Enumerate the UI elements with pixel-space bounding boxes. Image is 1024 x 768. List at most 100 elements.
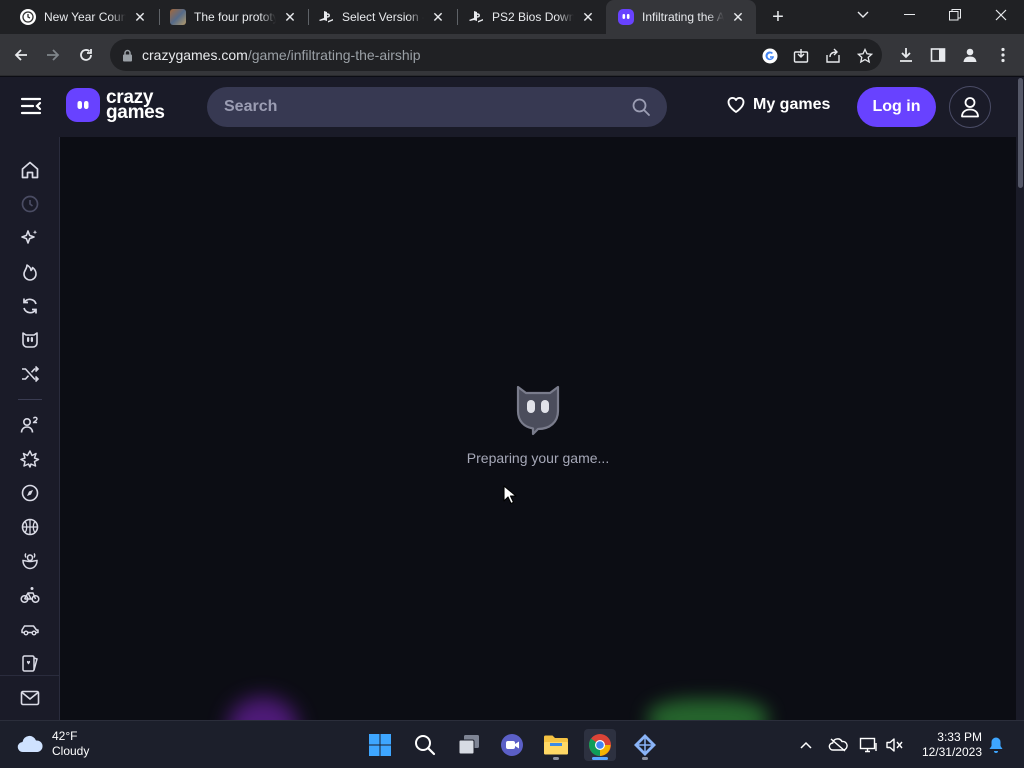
decorative-glow bbox=[648, 699, 768, 720]
tab-search-chevron-icon[interactable] bbox=[840, 0, 886, 30]
login-button[interactable]: Log in bbox=[857, 87, 936, 127]
action-icon[interactable] bbox=[19, 448, 41, 470]
tab-title: New Year Countdown bbox=[44, 10, 126, 24]
new-icon[interactable] bbox=[19, 227, 41, 249]
tab-title: Select Version - PS2 bbox=[342, 10, 424, 24]
page-scrollbar-thumb[interactable] bbox=[1018, 78, 1023, 188]
user-icon bbox=[961, 97, 979, 118]
loading-text: Preparing your game... bbox=[466, 450, 610, 466]
browser-toolbar: crazygames.com/game/infiltrating-the-air… bbox=[0, 34, 1024, 76]
updated-icon[interactable] bbox=[19, 295, 41, 317]
bike-icon[interactable] bbox=[19, 584, 41, 606]
clock-time: 3:33 PM bbox=[937, 730, 982, 744]
logo-line-2: games bbox=[106, 102, 165, 123]
close-window-button[interactable] bbox=[978, 0, 1024, 30]
share-icon[interactable] bbox=[824, 47, 842, 65]
url-path: /game/infiltrating-the-airship bbox=[247, 47, 421, 63]
close-tab-icon[interactable]: ✕ bbox=[730, 9, 746, 25]
new-tab-button[interactable]: + bbox=[766, 5, 790, 29]
file-explorer-icon[interactable] bbox=[540, 729, 572, 761]
crazygames-logo-icon bbox=[66, 88, 100, 122]
multiplayer-icon[interactable] bbox=[19, 414, 41, 436]
meet-icon[interactable] bbox=[496, 729, 528, 761]
heart-icon bbox=[727, 97, 745, 113]
logo-wordmark: crazy games bbox=[106, 88, 165, 123]
weather-widget[interactable]: 42°F Cloudy bbox=[16, 729, 89, 759]
crazygames-favicon-icon bbox=[618, 9, 634, 25]
close-tab-icon[interactable]: ✕ bbox=[132, 9, 148, 25]
notification-bell-icon[interactable] bbox=[986, 735, 1006, 755]
game-loader: Preparing your game... bbox=[68, 384, 1008, 466]
basketball-icon[interactable] bbox=[19, 516, 41, 538]
volume-muted-icon[interactable] bbox=[885, 735, 905, 755]
card-icon[interactable] bbox=[19, 652, 41, 674]
site-header: crazy games My games Log in bbox=[0, 77, 1016, 137]
chrome-menu-icon[interactable] bbox=[990, 42, 1016, 68]
tab-title: The four prototypes bbox=[194, 10, 276, 24]
display-icon[interactable] bbox=[859, 735, 879, 755]
app-running-indicator bbox=[553, 757, 559, 760]
minimize-button[interactable] bbox=[886, 0, 932, 30]
show-hidden-icons-icon[interactable] bbox=[796, 735, 816, 755]
google-icon[interactable] bbox=[761, 47, 779, 65]
my-games-label: My games bbox=[753, 96, 831, 113]
close-tab-icon[interactable]: ✕ bbox=[580, 9, 596, 25]
contact-button[interactable] bbox=[0, 675, 60, 720]
onedrive-offline-icon[interactable] bbox=[828, 735, 848, 755]
chrome-icon[interactable] bbox=[584, 729, 616, 761]
search-icon[interactable] bbox=[631, 97, 651, 117]
originals-icon[interactable] bbox=[19, 329, 41, 351]
sidebar-divider bbox=[18, 399, 42, 400]
app-active-indicator bbox=[592, 757, 608, 760]
search-input[interactable] bbox=[224, 98, 631, 116]
close-tab-icon[interactable]: ✕ bbox=[430, 9, 446, 25]
car-icon[interactable] bbox=[19, 618, 41, 640]
home-icon[interactable] bbox=[19, 159, 41, 181]
game-frame[interactable]: Preparing your game... bbox=[68, 137, 1008, 720]
snipping-icon[interactable] bbox=[629, 729, 661, 761]
tab-select-version[interactable]: Select Version - PS2 ✕ bbox=[306, 0, 456, 34]
my-games-button[interactable]: My games bbox=[726, 95, 830, 115]
reload-button[interactable] bbox=[73, 42, 99, 68]
task-view-icon[interactable] bbox=[453, 729, 485, 761]
decorative-glow bbox=[228, 697, 298, 720]
tab-title: PS2 Bios Download bbox=[492, 10, 574, 24]
cloud-icon bbox=[17, 735, 43, 753]
url-domain: crazygames.com bbox=[142, 47, 248, 63]
browser-tab-strip: New Year Countdown ✕ The four prototypes… bbox=[0, 0, 1024, 34]
bookmark-star-icon[interactable] bbox=[856, 47, 874, 65]
search-icon[interactable] bbox=[409, 729, 441, 761]
address-bar[interactable]: crazygames.com/game/infiltrating-the-air… bbox=[110, 39, 882, 71]
lock-icon[interactable] bbox=[120, 48, 134, 62]
playstation-favicon-icon bbox=[318, 9, 334, 25]
close-tab-icon[interactable]: ✕ bbox=[282, 9, 298, 25]
clock-date: 12/31/2023 bbox=[921, 745, 982, 759]
forward-button[interactable] bbox=[40, 42, 66, 68]
windows-start-icon[interactable] bbox=[364, 729, 396, 761]
recent-icon[interactable] bbox=[19, 193, 41, 215]
crazygames-logo[interactable]: crazy games bbox=[66, 88, 165, 122]
search-bar[interactable] bbox=[207, 87, 667, 127]
mouse-cursor-icon bbox=[503, 485, 517, 505]
playstation-favicon-icon bbox=[468, 9, 484, 25]
tab-four-prototypes[interactable]: The four prototypes ✕ bbox=[158, 0, 308, 34]
tab-new-year-countdown[interactable]: New Year Countdown ✕ bbox=[8, 0, 158, 34]
tab-infiltrating-airship[interactable]: Infiltrating the Airship ✕ bbox=[606, 0, 756, 34]
casual-icon[interactable] bbox=[19, 550, 41, 572]
trending-icon[interactable] bbox=[19, 261, 41, 283]
sidebar-toggle-icon[interactable] bbox=[20, 95, 42, 117]
restore-button[interactable] bbox=[932, 0, 978, 30]
side-panel-icon[interactable] bbox=[925, 42, 951, 68]
profile-icon[interactable] bbox=[957, 42, 983, 68]
back-button[interactable] bbox=[8, 42, 34, 68]
random-icon[interactable] bbox=[19, 363, 41, 385]
windows-taskbar: 42°F Cloudy 3:33 PM 12/31/2023 bbox=[0, 720, 1024, 768]
clock-favicon-icon bbox=[20, 9, 36, 25]
tab-title: Infiltrating the Airship bbox=[642, 10, 724, 24]
install-app-icon[interactable] bbox=[792, 47, 810, 65]
system-clock[interactable]: 3:33 PM 12/31/2023 bbox=[916, 730, 982, 760]
adventure-icon[interactable] bbox=[19, 482, 41, 504]
downloads-icon[interactable] bbox=[893, 42, 919, 68]
tab-ps2-bios[interactable]: PS2 Bios Download ✕ bbox=[456, 0, 606, 34]
user-account-button[interactable] bbox=[949, 86, 991, 128]
